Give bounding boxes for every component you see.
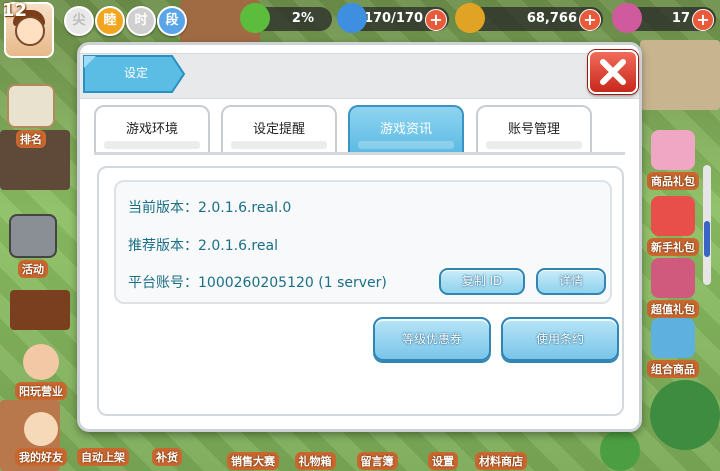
- tab-game-environment[interactable]: 游戏环境: [94, 105, 210, 153]
- clipboard-icon: [7, 84, 55, 128]
- close-icon: [600, 59, 626, 85]
- side-menu-business[interactable]: 阳玩营业: [14, 344, 68, 400]
- coin-icon: [455, 3, 485, 33]
- platform-account: 平台账号：1000260205120 (1 server): [128, 275, 387, 291]
- gem-bar: 17 +: [612, 3, 716, 33]
- current-version: 当前版本：2.0.1.6.real.0: [128, 200, 292, 216]
- side-menu-ranking[interactable]: 排名: [4, 84, 58, 148]
- side-scrollbar[interactable]: [703, 165, 711, 285]
- dialog-title-tag: 设定: [82, 54, 186, 93]
- add-coins-button[interactable]: +: [579, 9, 601, 31]
- energy-value: 170/170: [363, 11, 423, 26]
- tab-account-management[interactable]: 账号管理: [476, 105, 592, 153]
- side-menu-events[interactable]: 活动: [6, 214, 60, 278]
- gem-value: 17: [671, 11, 690, 26]
- rank-badge-4[interactable]: 段: [157, 6, 187, 36]
- settings-dialog: 设定 游戏环境 设定提醒 游戏资讯 账号管理 当前版本：2.0.1.6.real…: [77, 42, 642, 432]
- scrollbar-thumb[interactable]: [704, 221, 710, 257]
- level-coupon-button[interactable]: 等级优惠券: [373, 317, 491, 361]
- bottom-material-shop[interactable]: 材料商店: [474, 450, 528, 470]
- side-menu-value-pack[interactable]: 超值礼包: [646, 258, 700, 318]
- bottom-restock[interactable]: 补货: [140, 446, 194, 466]
- bottom-auto-shelf[interactable]: 自动上架: [76, 446, 130, 466]
- recommended-version: 推荐版本：2.0.1.6.real: [128, 238, 278, 254]
- coin-value: 68,766: [526, 11, 577, 26]
- energy-bar: 170/170 +: [337, 3, 449, 33]
- tab-game-info[interactable]: 游戏资讯: [348, 105, 464, 153]
- player-level: 12: [2, 0, 28, 21]
- coin-bar: 68,766 +: [455, 3, 603, 33]
- version-info-box: 当前版本：2.0.1.6.real.0 推荐版本：2.0.1.6.real 平台…: [114, 180, 612, 304]
- gem-icon: [612, 3, 642, 33]
- side-menu-gift-pack[interactable]: 商品礼包: [646, 130, 700, 190]
- side-menu-bundle[interactable]: 组合商品: [646, 318, 700, 378]
- exp-bar: 2%: [240, 3, 332, 33]
- side-menu-newbie-pack[interactable]: 新手礼包: [646, 196, 700, 256]
- rank-badge-1[interactable]: 尖: [64, 6, 94, 36]
- terms-of-use-button[interactable]: 使用条约: [501, 317, 619, 361]
- rank-badge-3[interactable]: 时: [126, 6, 156, 36]
- top-hud: 12 尖 睦 时 段 2% 170/170 + 68,766 + 17 +: [0, 0, 720, 58]
- details-button[interactable]: 详情: [536, 268, 606, 295]
- tab-content-panel: 当前版本：2.0.1.6.real.0 推荐版本：2.0.1.6.real 平台…: [97, 166, 624, 416]
- rank-badge-2[interactable]: 睦: [95, 6, 125, 36]
- tab-divider: [94, 152, 625, 155]
- calendar-icon: [9, 214, 57, 258]
- side-menu-friends[interactable]: 我的好友: [14, 412, 68, 466]
- gift-icon: [651, 130, 695, 170]
- lightning-icon: [337, 3, 367, 33]
- friends-icon: [24, 412, 58, 446]
- bottom-guestbook[interactable]: 留言簿: [350, 450, 404, 470]
- add-gems-button[interactable]: +: [692, 9, 714, 31]
- star-icon: [240, 3, 270, 33]
- bottom-gift-box[interactable]: 礼物箱: [288, 450, 342, 470]
- dialog-title: 设定: [124, 66, 149, 80]
- close-button[interactable]: [588, 50, 638, 94]
- exp-percent: 2%: [291, 11, 314, 26]
- box-icon: [651, 318, 695, 358]
- tab-reminder-settings[interactable]: 设定提醒: [221, 105, 337, 153]
- basket-icon: [651, 258, 695, 298]
- add-energy-button[interactable]: +: [425, 9, 447, 31]
- copy-id-button[interactable]: 复制 ID: [439, 268, 525, 295]
- shop-icon: [651, 196, 695, 236]
- girl-icon: [23, 344, 59, 380]
- bottom-settings[interactable]: 设置: [416, 450, 470, 470]
- bottom-sales-contest[interactable]: 销售大赛: [226, 450, 280, 470]
